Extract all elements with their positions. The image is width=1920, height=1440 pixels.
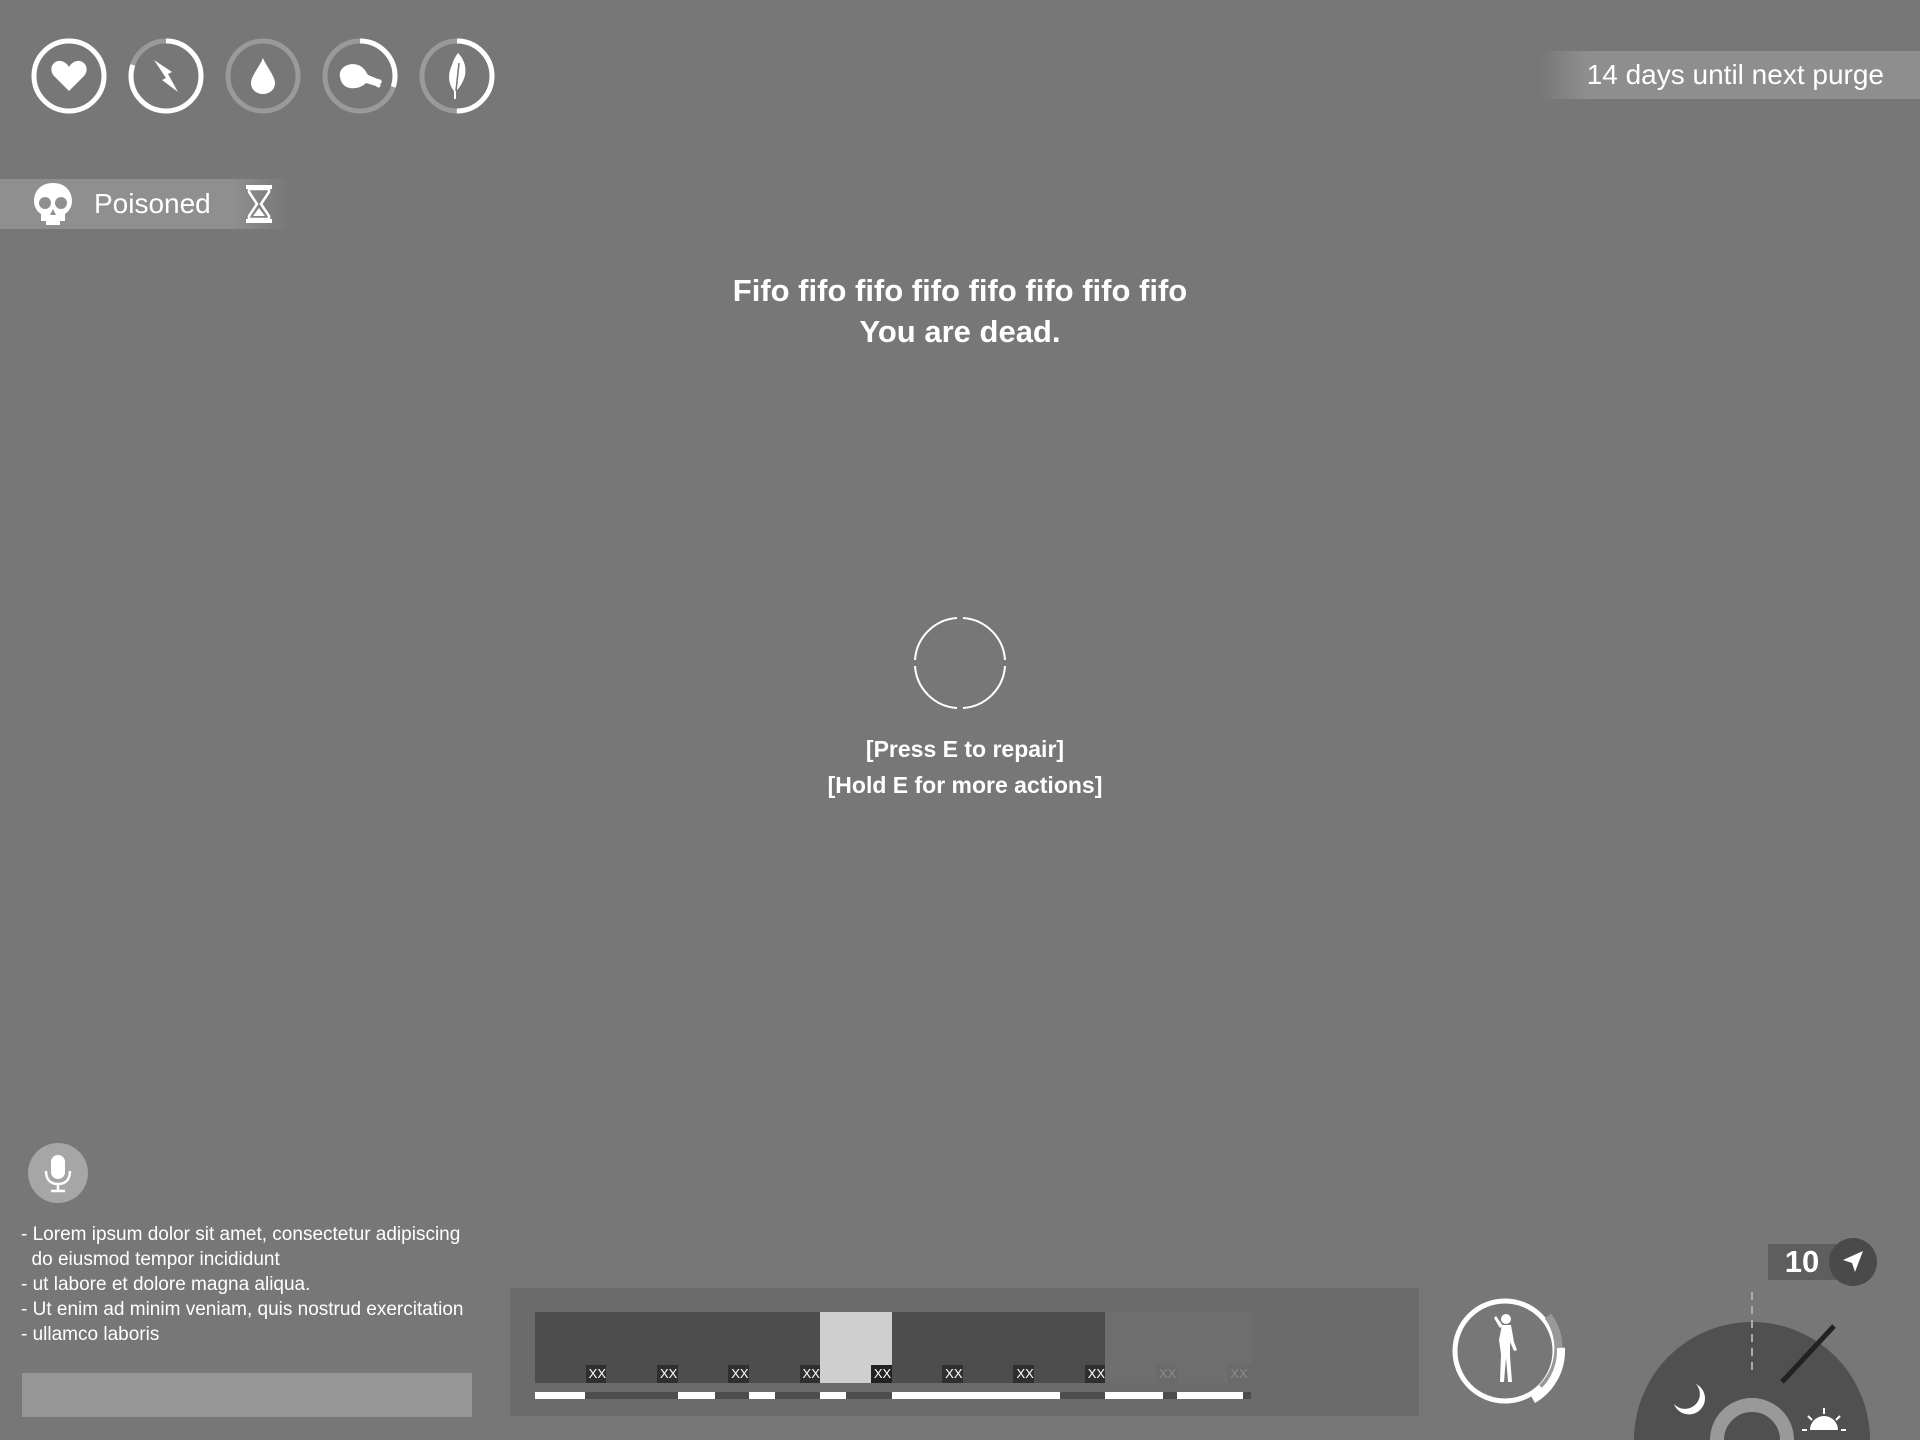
slot-durability-fill bbox=[748, 1392, 775, 1399]
slot-durability-fill bbox=[535, 1392, 586, 1399]
status-effect-label: Poisoned bbox=[94, 188, 211, 219]
hotbar-slot[interactable]: XX bbox=[535, 1312, 609, 1383]
hotbar-slot[interactable]: XX bbox=[1176, 1312, 1251, 1383]
slot-durability-bar bbox=[535, 1392, 609, 1399]
death-message: Fifo fifo fifo fifo fifo fifo fifo fifo … bbox=[0, 270, 1920, 352]
slot-durability-bar bbox=[820, 1392, 895, 1399]
slot-durability-fill bbox=[820, 1392, 847, 1399]
chat-line: - Lorem ipsum dolor sit amet, consectetu… bbox=[21, 1224, 461, 1245]
voice-chat-button[interactable] bbox=[28, 1143, 88, 1203]
vital-stats bbox=[30, 37, 496, 115]
interaction-prompts: [Press E to repair] [Hold E for more act… bbox=[0, 731, 1920, 803]
more-actions-prompt: [Hold E for more actions] bbox=[827, 772, 1103, 798]
slot-durability-bar bbox=[1176, 1392, 1251, 1399]
microphone-icon bbox=[44, 1155, 72, 1193]
hotbar-slot[interactable]: XX bbox=[606, 1312, 681, 1383]
feather-icon bbox=[449, 53, 466, 99]
slot-durability-fill bbox=[1105, 1392, 1164, 1399]
skull-icon bbox=[34, 183, 72, 225]
message-line-2: You are dead. bbox=[859, 314, 1061, 349]
purge-countdown: 14 days until next purge bbox=[1540, 51, 1920, 99]
chat-line: - Ut enim ad minim veniam, quis nostrud … bbox=[21, 1299, 464, 1320]
hunger-stat bbox=[321, 37, 399, 115]
chat-input[interactable] bbox=[22, 1373, 472, 1417]
hotbar-slot[interactable]: XX bbox=[891, 1312, 966, 1383]
hotbar-slot[interactable]: XX bbox=[1034, 1312, 1109, 1383]
chat-line: - ut labore et dolore magna aliqua. bbox=[21, 1274, 311, 1295]
slot-durability-fill bbox=[962, 1392, 1037, 1399]
slot-durability-fill bbox=[891, 1392, 966, 1399]
day-night-dial bbox=[1634, 1292, 1870, 1440]
slot-durability-bar bbox=[962, 1392, 1037, 1399]
energy-stat bbox=[127, 37, 205, 115]
hotbar-slot[interactable]: XX bbox=[962, 1312, 1037, 1383]
slot-durability-bar bbox=[1105, 1392, 1180, 1399]
lightning-icon bbox=[154, 60, 178, 92]
purge-countdown-text: 14 days until next purge bbox=[1586, 59, 1884, 90]
slot-quantity: XX bbox=[1227, 1365, 1251, 1383]
slot-durability-bar bbox=[891, 1392, 966, 1399]
thirst-stat bbox=[224, 37, 302, 115]
standing-figure-icon bbox=[1494, 1314, 1517, 1382]
navigation-arrow-icon bbox=[1843, 1251, 1863, 1272]
slot-durability-fill bbox=[677, 1392, 715, 1399]
chat-line: do eiusmod tempor incididunt bbox=[21, 1249, 280, 1270]
chat-log: - Lorem ipsum dolor sit amet, consectetu… bbox=[21, 1222, 463, 1347]
water-drop-icon bbox=[251, 58, 275, 94]
hotbar-slot[interactable]: XX bbox=[677, 1312, 752, 1383]
slot-durability-bar bbox=[677, 1392, 752, 1399]
hotbar-slot[interactable]: XX bbox=[820, 1312, 895, 1383]
repair-prompt: [Press E to repair] bbox=[865, 736, 1065, 762]
slot-durability-fill bbox=[1034, 1392, 1060, 1399]
heart-icon bbox=[51, 60, 87, 91]
slot-durability-bar bbox=[1034, 1392, 1109, 1399]
hotbar-slot[interactable]: XX bbox=[748, 1312, 823, 1383]
navigation-button[interactable] bbox=[1829, 1238, 1877, 1286]
stance-indicator bbox=[1452, 1298, 1565, 1404]
slot-durability-bar bbox=[606, 1392, 681, 1399]
temperature-stat bbox=[418, 37, 496, 115]
slot-durability-fill bbox=[1176, 1392, 1244, 1399]
hourglass-icon bbox=[245, 185, 272, 223]
status-effect-bar: Poisoned bbox=[0, 179, 290, 229]
hotbar: XX XX XX XX XX XX XX XX XX XX bbox=[510, 1288, 1419, 1416]
hotbar-slot[interactable]: XX bbox=[1105, 1312, 1180, 1383]
compass-value: 10 bbox=[1768, 1244, 1836, 1280]
message-line-1: Fifo fifo fifo fifo fifo fifo fifo fifo bbox=[732, 273, 1188, 308]
health-stat bbox=[30, 37, 108, 115]
slot-durability-bar bbox=[748, 1392, 823, 1399]
crosshair bbox=[914, 617, 1006, 709]
chat-line: - ullamco laboris bbox=[21, 1324, 160, 1345]
drumstick-icon bbox=[339, 64, 382, 89]
